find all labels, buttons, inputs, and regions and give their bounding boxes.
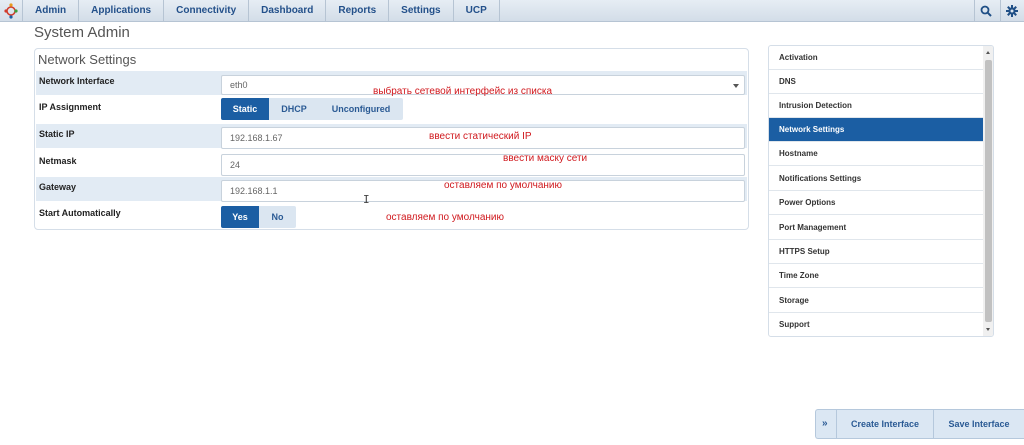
nav-dashboard[interactable]: Dashboard xyxy=(249,0,327,22)
interface-note: выбрать сетевой интерфейс из списка xyxy=(373,86,553,97)
settings-button[interactable] xyxy=(1000,0,1022,22)
sidebar-item-network-settings[interactable]: Network Settings xyxy=(769,118,983,142)
sidebar-item-intrusion-detection[interactable]: Intrusion Detection xyxy=(769,94,983,118)
netmask-label: Netmask xyxy=(39,156,77,166)
start-no-button[interactable]: No xyxy=(259,206,296,228)
nav-ucp[interactable]: UCP xyxy=(454,0,500,22)
static-ip-note: ввести статический IP xyxy=(429,131,532,142)
sidebar-item-activation[interactable]: Activation xyxy=(769,46,983,70)
scroll-thumb[interactable] xyxy=(985,60,992,322)
chevron-down-icon xyxy=(733,84,739,88)
app-logo-icon xyxy=(4,3,18,19)
netmask-row: Netmask 24 xyxy=(36,151,747,176)
search-button[interactable] xyxy=(974,0,996,22)
nav-reports[interactable]: Reports xyxy=(326,0,390,22)
start-automatically-note: оставляем по умолчанию xyxy=(386,212,504,223)
sidebar-item-time-zone[interactable]: Time Zone xyxy=(769,264,983,288)
sidebar-scrollbar[interactable] xyxy=(983,46,993,336)
sidebar-item-support[interactable]: Support xyxy=(769,313,983,336)
start-automatically-toggle: Yes No xyxy=(221,206,296,228)
top-navigation-bar: Admin Applications Connectivity Dashboar… xyxy=(0,0,1024,22)
sidebar-item-storage[interactable]: Storage xyxy=(769,289,983,313)
network-interface-value: eth0 xyxy=(230,80,248,90)
nav-connectivity[interactable]: Connectivity xyxy=(164,0,250,22)
gateway-note: оставляем по умолчанию xyxy=(444,180,562,191)
netmask-note: ввести маску сети xyxy=(503,153,588,164)
network-settings-panel: Network Settings Network Interface eth0 … xyxy=(34,48,749,230)
scroll-down-icon[interactable] xyxy=(986,328,990,331)
create-interface-button[interactable]: Create Interface xyxy=(836,410,933,438)
ip-dhcp-button[interactable]: DHCP xyxy=(269,98,319,120)
nav-admin[interactable]: Admin xyxy=(22,0,80,22)
scroll-up-icon[interactable] xyxy=(986,51,990,54)
nav-settings[interactable]: Settings xyxy=(389,0,454,22)
settings-sidebar: Activation DNS Intrusion Detection Netwo… xyxy=(768,45,994,337)
ip-static-button[interactable]: Static xyxy=(221,98,269,120)
gateway-label: Gateway xyxy=(39,182,77,192)
sidebar-item-https-setup[interactable]: HTTPS Setup xyxy=(769,240,983,264)
page-title: System Admin xyxy=(34,24,130,41)
start-yes-button[interactable]: Yes xyxy=(221,206,259,228)
ip-unconfigured-button[interactable]: Unconfigured xyxy=(319,98,403,120)
netmask-input[interactable]: 24 xyxy=(221,154,745,176)
ip-assignment-label: IP Assignment xyxy=(39,102,102,112)
network-interface-label: Network Interface xyxy=(39,76,115,86)
sidebar-item-port-management[interactable]: Port Management xyxy=(769,216,983,240)
gateway-row: Gateway 192.168.1.1 xyxy=(36,177,747,202)
ip-assignment-toggle: Static DHCP Unconfigured xyxy=(221,98,403,120)
main-nav: Admin Applications Connectivity Dashboar… xyxy=(22,0,500,22)
sidebar-item-hostname[interactable]: Hostname xyxy=(769,142,983,166)
expand-chevron-icon[interactable]: » xyxy=(822,418,828,429)
sidebar-item-notifications-settings[interactable]: Notifications Settings xyxy=(769,167,983,191)
app-window: Admin Applications Connectivity Dashboar… xyxy=(0,0,1024,445)
sidebar-item-dns[interactable]: DNS xyxy=(769,70,983,94)
static-ip-label: Static IP xyxy=(39,129,75,139)
nav-applications[interactable]: Applications xyxy=(79,0,165,22)
search-icon xyxy=(980,5,992,17)
save-interface-button[interactable]: Save Interface xyxy=(933,410,1024,438)
gear-icon xyxy=(1006,5,1018,17)
panel-title: Network Settings xyxy=(38,52,137,67)
ip-assignment-row: IP Assignment Static DHCP Unconfigured xyxy=(36,97,747,121)
action-bar: » Create Interface Save Interface xyxy=(815,409,1024,439)
static-ip-row: Static IP 192.168.1.67 xyxy=(36,124,747,149)
text-cursor-icon: I xyxy=(363,193,370,206)
start-automatically-label: Start Automatically xyxy=(39,208,121,218)
sidebar-item-power-options[interactable]: Power Options xyxy=(769,191,983,215)
